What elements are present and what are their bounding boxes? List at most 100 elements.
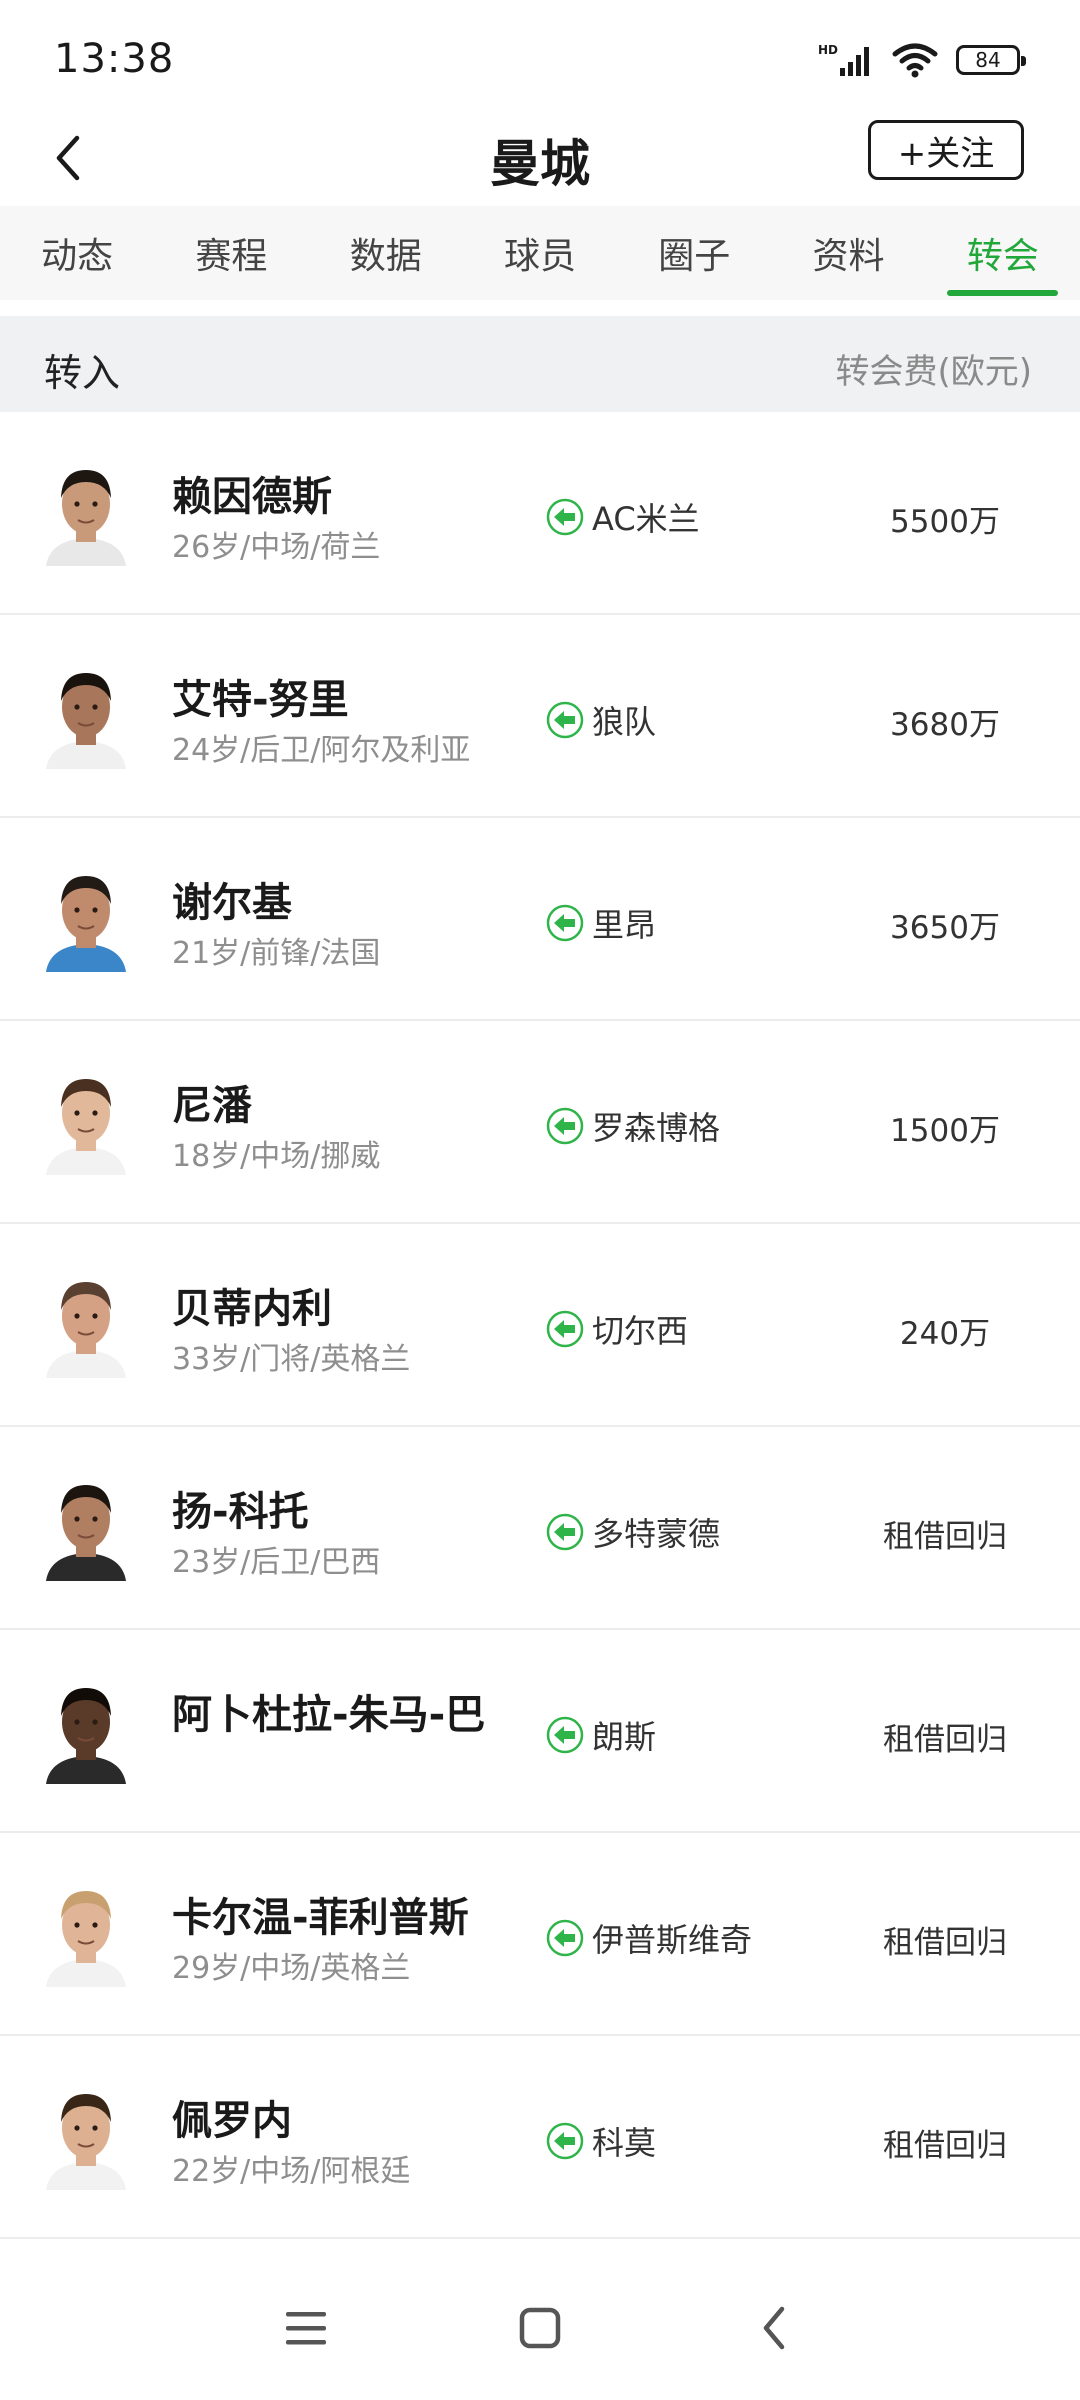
tab-5[interactable]: 资料 — [771, 206, 925, 300]
transfer-fee: 租借回归 — [883, 1925, 1007, 1961]
status-time: 13:38 — [54, 36, 175, 82]
player-avatar — [40, 1678, 132, 1784]
player-photo-icon — [46, 876, 126, 972]
transfer-fee: 租借回归 — [883, 2128, 1007, 2164]
player-row[interactable]: 谢尔基 21岁/前锋/法国 里昂 3650万 — [0, 818, 1080, 1021]
transfer-fee: 3680万 — [890, 707, 1000, 743]
player-info: 23岁/后卫/巴西 — [172, 1545, 381, 1580]
from-club-name: 狼队 — [592, 703, 657, 741]
arrow-left-circle-icon — [546, 904, 584, 942]
from-club: 多特蒙德 — [546, 1509, 720, 1555]
player-avatar — [40, 663, 132, 769]
player-photo-icon — [46, 1079, 126, 1175]
from-club-name: 切尔西 — [592, 1312, 689, 1350]
transfer-fee: 240万 — [899, 1316, 991, 1352]
from-club-name: 里昂 — [592, 906, 657, 944]
player-avatar — [40, 460, 132, 566]
player-name: 贝蒂内利 — [172, 1286, 332, 1332]
nav-home-button[interactable] — [510, 2298, 570, 2358]
follow-button[interactable]: +关注 — [868, 120, 1024, 180]
player-photo-icon — [46, 673, 126, 769]
nav-menu-button[interactable] — [276, 2298, 336, 2358]
player-row[interactable]: 佩罗内 22岁/中场/阿根廷 科莫 租借回归 — [0, 2036, 1080, 2239]
arrow-left-circle-icon — [546, 2122, 584, 2160]
tab-bar: 动态 赛程 数据 球员 圈子 资料 转会 — [0, 206, 1080, 300]
status-icons: HD 84 — [818, 40, 1026, 80]
player-photo-icon — [46, 1688, 126, 1784]
player-avatar — [40, 1475, 132, 1581]
from-club-name: 科莫 — [592, 2124, 657, 2162]
from-club-name: 伊普斯维奇 — [592, 1921, 753, 1959]
from-club: 科莫 — [546, 2118, 656, 2164]
battery-icon: 84 — [956, 45, 1026, 75]
player-row[interactable]: 艾特-努里 24岁/后卫/阿尔及利亚 狼队 3680万 — [0, 615, 1080, 818]
player-avatar — [40, 2084, 132, 2190]
menu-icon — [286, 2312, 326, 2345]
player-info: 33岁/门将/英格兰 — [172, 1342, 411, 1377]
player-avatar — [40, 1069, 132, 1175]
section-header: 转入 转会费(欧元) — [0, 316, 1080, 412]
player-name: 尼潘 — [172, 1083, 252, 1129]
from-club-name: 罗森博格 — [592, 1109, 721, 1147]
player-name: 扬-科托 — [172, 1489, 309, 1535]
player-name: 艾特-努里 — [172, 677, 349, 723]
arrow-left-circle-icon — [546, 701, 584, 739]
player-row[interactable]: 贝蒂内利 33岁/门将/英格兰 切尔西 240万 — [0, 1224, 1080, 1427]
player-name: 卡尔温-菲利普斯 — [172, 1895, 469, 1941]
battery-level: 84 — [975, 48, 1001, 72]
arrow-left-circle-icon — [546, 1513, 584, 1551]
transfer-fee: 1500万 — [890, 1113, 1000, 1149]
player-info: 21岁/前锋/法国 — [172, 936, 381, 971]
player-photo-icon — [46, 1485, 126, 1581]
from-club-name: AC米兰 — [592, 500, 700, 538]
wifi-icon — [892, 43, 938, 78]
player-name: 谢尔基 — [172, 880, 292, 926]
square-home-icon — [519, 2307, 561, 2349]
transfer-fee: 租借回归 — [883, 1722, 1007, 1758]
player-name: 佩罗内 — [172, 2098, 292, 2144]
tab-1[interactable]: 赛程 — [154, 206, 308, 300]
transfer-fee: 3650万 — [890, 910, 1000, 946]
tab-3[interactable]: 球员 — [463, 206, 617, 300]
player-list: 赖因德斯 26岁/中场/荷兰 AC米兰 5500万 艾特-努里 24岁/后卫/阿尔及利亚 狼… — [0, 412, 1080, 2239]
transfer-fee: 租借回归 — [883, 1519, 1007, 1555]
tab-4[interactable]: 圈子 — [617, 206, 771, 300]
header: 曼城 +关注 — [0, 110, 1080, 206]
player-row[interactable]: 阿卜杜拉-朱马-巴 朗斯 租借回归 — [0, 1630, 1080, 1833]
player-photo-icon — [46, 470, 126, 566]
player-avatar — [40, 1881, 132, 1987]
arrow-left-circle-icon — [546, 1107, 584, 1145]
player-photo-icon — [46, 2094, 126, 2190]
signal-icon: HD — [818, 43, 869, 76]
tab-6[interactable]: 转会 — [926, 206, 1080, 300]
player-row[interactable]: 卡尔温-菲利普斯 29岁/中场/英格兰 伊普斯维奇 租借回归 — [0, 1833, 1080, 2036]
fee-column-label: 转会费(欧元) — [835, 352, 1032, 392]
arrow-left-circle-icon — [546, 1310, 584, 1348]
player-avatar — [40, 1272, 132, 1378]
from-club: 罗森博格 — [546, 1103, 720, 1149]
tab-0[interactable]: 动态 — [0, 206, 154, 300]
transfer-fee: 5500万 — [890, 504, 1000, 540]
nav-back-button[interactable] — [744, 2298, 804, 2358]
player-info: 26岁/中场/荷兰 — [172, 530, 381, 565]
player-info: 24岁/后卫/阿尔及利亚 — [172, 733, 471, 768]
arrow-left-circle-icon — [546, 1716, 584, 1754]
tab-2[interactable]: 数据 — [309, 206, 463, 300]
arrow-left-circle-icon — [546, 1919, 584, 1957]
from-club-name: 多特蒙德 — [592, 1515, 721, 1553]
status-bar: 13:38 HD 84 — [0, 0, 1080, 110]
player-avatar — [40, 866, 132, 972]
player-row[interactable]: 尼潘 18岁/中场/挪威 罗森博格 1500万 — [0, 1021, 1080, 1224]
chevron-back-icon — [763, 2306, 785, 2350]
from-club: 里昂 — [546, 900, 656, 946]
from-club: AC米兰 — [546, 494, 700, 540]
player-info: 22岁/中场/阿根廷 — [172, 2154, 411, 2189]
from-club: 伊普斯维奇 — [546, 1915, 752, 1961]
player-info: 29岁/中场/英格兰 — [172, 1951, 411, 1986]
player-row[interactable]: 扬-科托 23岁/后卫/巴西 多特蒙德 租借回归 — [0, 1427, 1080, 1630]
from-club: 朗斯 — [546, 1712, 656, 1758]
from-club: 切尔西 — [546, 1306, 688, 1352]
player-row[interactable]: 赖因德斯 26岁/中场/荷兰 AC米兰 5500万 — [0, 412, 1080, 615]
player-name: 阿卜杜拉-朱马-巴 — [172, 1692, 486, 1738]
network-type-label: HD — [818, 43, 838, 57]
